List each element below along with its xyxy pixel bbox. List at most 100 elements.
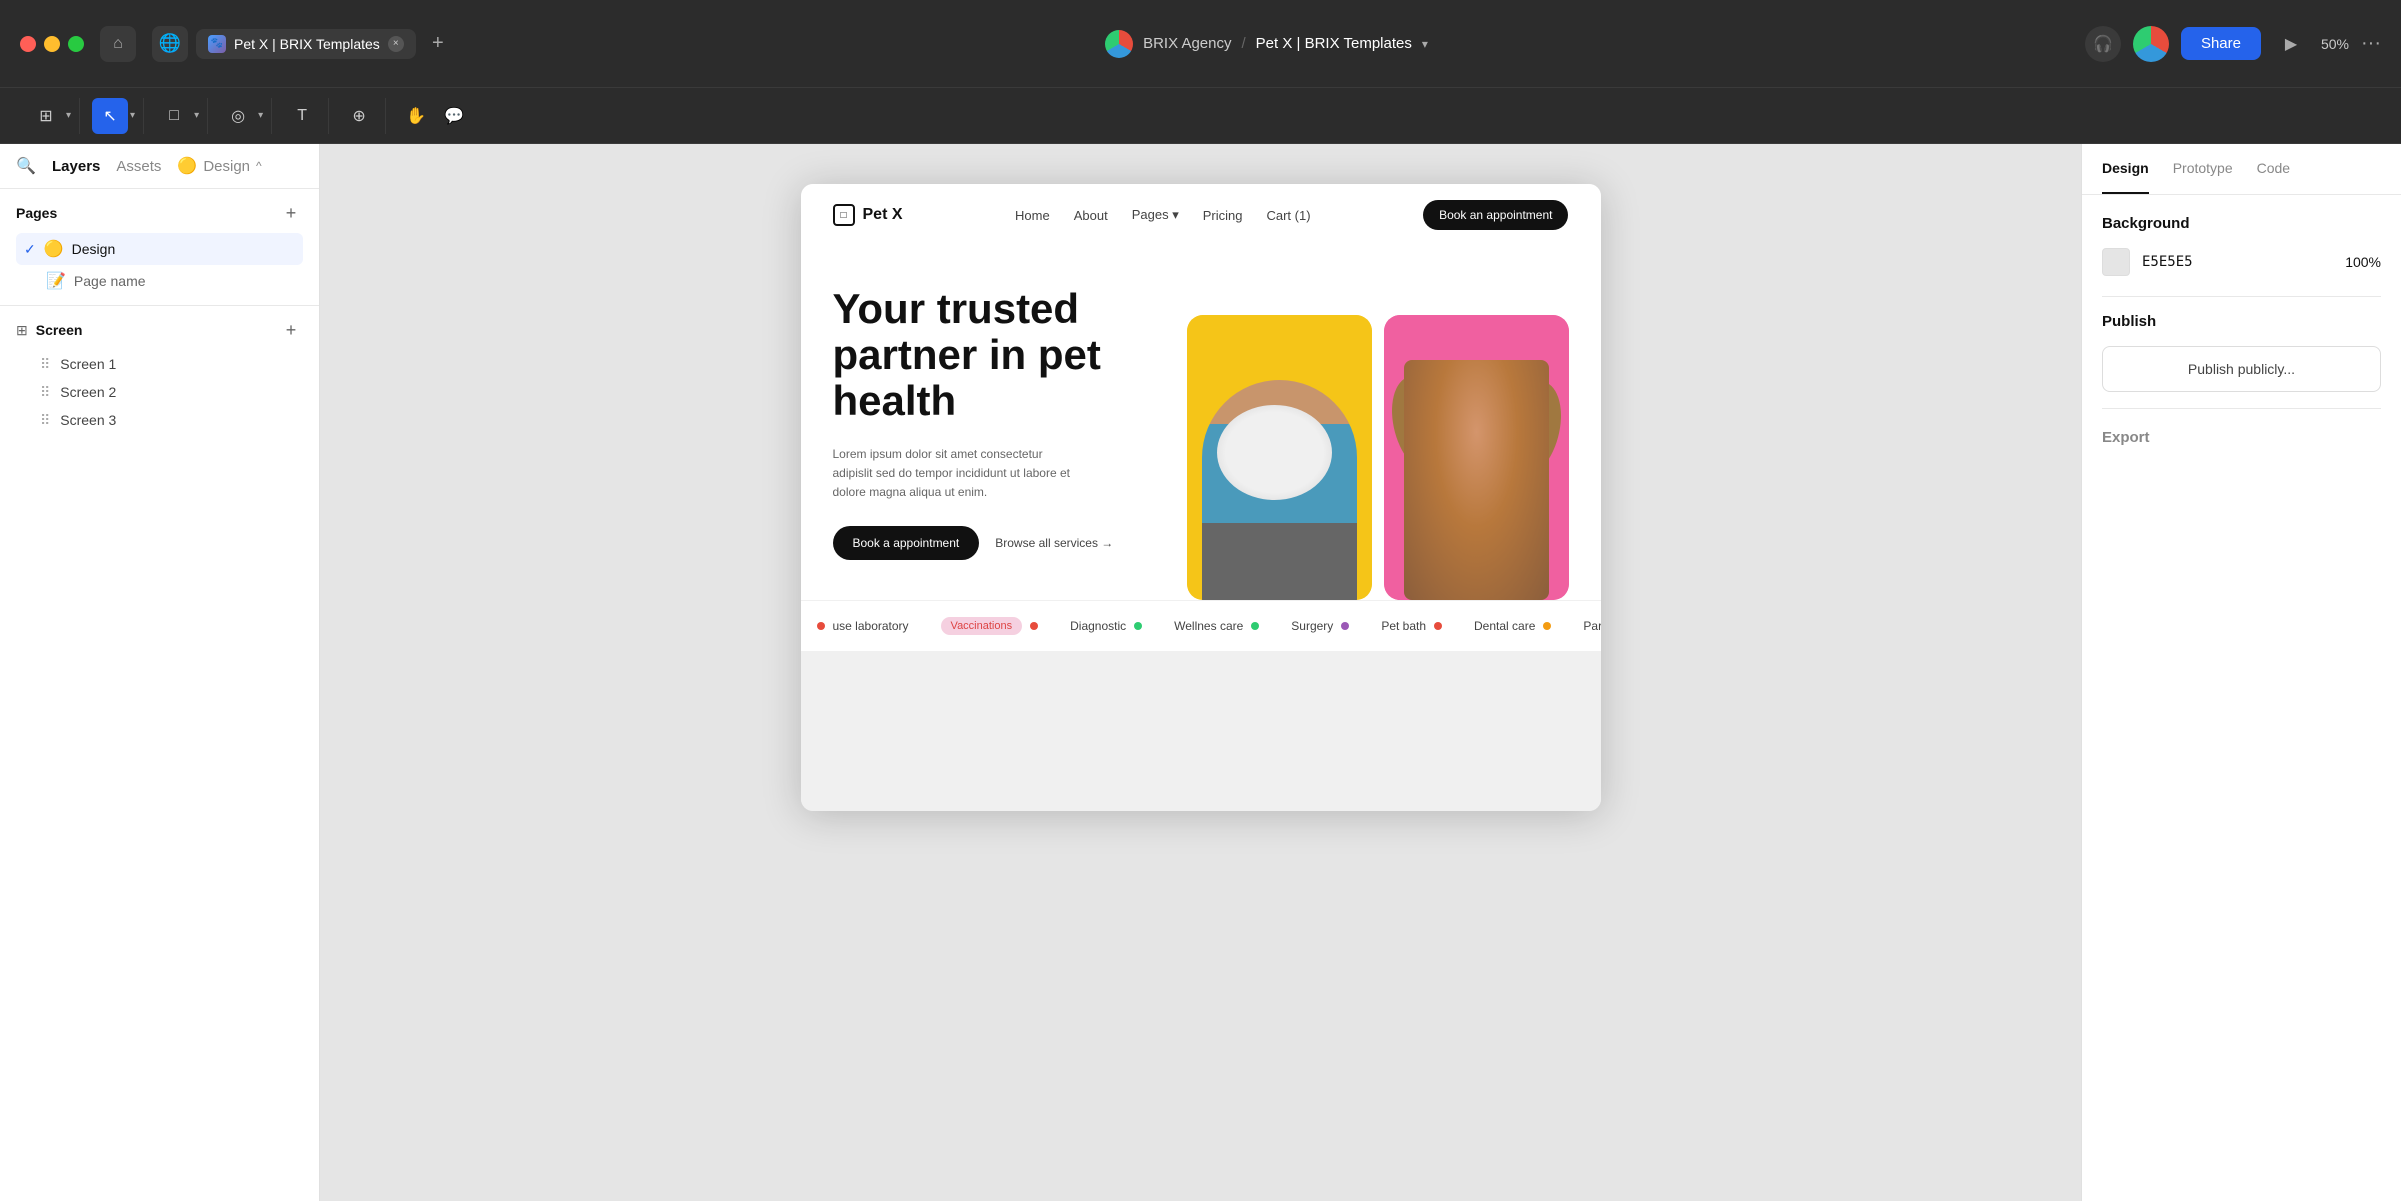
zoom-control[interactable]: 50% xyxy=(2321,36,2349,52)
user-avatar[interactable] xyxy=(2133,26,2169,62)
service-item-vaccinations: Vaccinations xyxy=(925,617,1055,635)
tab-prototype-panel[interactable]: Prototype xyxy=(2173,144,2233,194)
tab-code-panel[interactable]: Code xyxy=(2257,144,2290,194)
title-center: BRIX Agency / Pet X | BRIX Templates ▾ xyxy=(717,30,1816,58)
tab-design[interactable]: 🟡 Design ^ xyxy=(177,156,261,176)
logo-icon: □ xyxy=(833,204,855,226)
book-appointment-hero-button[interactable]: Book a appointment xyxy=(833,526,980,560)
screen-drag-handle-3: ⠿ xyxy=(40,413,50,427)
pages-section-header: Pages + xyxy=(16,201,303,225)
service-item-dentalcare: Dental care xyxy=(1458,619,1567,633)
title-bar: ⌂ 🌐 🐾 Pet X | BRIX Templates × + BRIX Ag… xyxy=(0,0,2401,88)
logo-text: Pet X xyxy=(863,206,903,224)
text-tool[interactable]: T xyxy=(284,98,320,134)
publish-button[interactable]: Publish publicly... xyxy=(2102,346,2381,392)
tool-group-text: T xyxy=(276,98,329,134)
nav-about[interactable]: About xyxy=(1074,208,1108,223)
right-sidebar-tab-bar: Design Prototype Code xyxy=(2082,144,2401,195)
share-button[interactable]: Share xyxy=(2181,27,2261,60)
project-name: Pet X | BRIX Templates xyxy=(1256,35,1412,52)
service-item-petbath: Pet bath xyxy=(1365,619,1458,633)
right-sidebar: Design Prototype Code Background E5E5E5 … xyxy=(2081,144,2401,1201)
screen-title: Screen xyxy=(36,322,271,338)
screen-grid-icon: ⊞ xyxy=(16,322,28,339)
shape-tool[interactable]: ◎ xyxy=(220,98,256,134)
service-dot-dentalcare xyxy=(1543,622,1551,630)
tab-design-panel[interactable]: Design xyxy=(2102,144,2149,194)
service-dot-lab xyxy=(817,622,825,630)
maximize-window-btn[interactable] xyxy=(68,36,84,52)
hero-section: Your trusted partner in pet health Lorem… xyxy=(801,246,1601,600)
hand-tool[interactable]: ✋ xyxy=(398,98,434,134)
tool-group-frame: □ ▾ xyxy=(148,98,208,134)
service-label-lab: use laboratory xyxy=(833,619,909,633)
pages-title: Pages xyxy=(16,205,57,221)
service-label-petbath: Pet bath xyxy=(1381,619,1426,633)
preview-button[interactable]: ▶ xyxy=(2273,26,2309,62)
browse-services-link[interactable]: Browse all services → xyxy=(995,536,1113,550)
design-frame: □ Pet X Home About Pages ▾ Pricing Cart … xyxy=(801,184,1601,811)
page-label-design: Design xyxy=(72,241,116,257)
frame-tool[interactable]: □ xyxy=(156,98,192,134)
book-appointment-nav-button[interactable]: Book an appointment xyxy=(1423,200,1568,230)
background-opacity-value[interactable]: 100% xyxy=(2345,254,2381,270)
canvas-bottom-area xyxy=(801,651,1601,811)
service-dot-surgery xyxy=(1341,622,1349,630)
nav-pricing[interactable]: Pricing xyxy=(1203,208,1243,223)
more-options-button[interactable]: ··· xyxy=(2361,32,2381,55)
tab-close-btn[interactable]: × xyxy=(388,36,404,52)
left-sidebar: 🔍 Layers Assets 🟡 Design ^ Pages + ✓ 🟡 D… xyxy=(0,144,320,1201)
service-dot-wellness xyxy=(1251,622,1259,630)
background-color-value[interactable]: E5E5E5 xyxy=(2142,254,2193,270)
service-item-parasite: Parasite preve... xyxy=(1567,619,1600,633)
divider-1 xyxy=(2102,296,2381,297)
select-tool[interactable]: ↖ xyxy=(92,98,128,134)
service-item-diagnostic: Diagnostic xyxy=(1054,619,1158,633)
screen-item-2[interactable]: ⠿ Screen 2 xyxy=(16,378,303,406)
sidebar-search-icon[interactable]: 🔍 xyxy=(16,156,36,176)
service-dot-vaccinations xyxy=(1030,622,1038,630)
website-logo: □ Pet X xyxy=(833,204,903,226)
tool-group-shape: ◎ ▾ xyxy=(212,98,272,134)
hero-left-content: Your trusted partner in pet health Lorem… xyxy=(833,286,1163,600)
website-navbar: □ Pet X Home About Pages ▾ Pricing Cart … xyxy=(801,184,1601,246)
close-window-btn[interactable] xyxy=(20,36,36,52)
hero-description: Lorem ipsum dolor sit amet consectetur a… xyxy=(833,445,1073,503)
tab-layers[interactable]: Layers xyxy=(52,158,100,175)
globe-icon[interactable]: 🌐 xyxy=(152,26,188,62)
service-label-dentalcare: Dental care xyxy=(1474,619,1535,633)
active-tab[interactable]: 🐾 Pet X | BRIX Templates × xyxy=(196,29,416,59)
sidebar-tab-bar: 🔍 Layers Assets 🟡 Design ^ xyxy=(0,144,319,189)
nav-cart[interactable]: Cart (1) xyxy=(1266,208,1310,223)
project-menu-chevron[interactable]: ▾ xyxy=(1422,37,1428,51)
service-dot-petbath xyxy=(1434,622,1442,630)
add-page-button[interactable]: + xyxy=(279,201,303,225)
minimize-window-btn[interactable] xyxy=(44,36,60,52)
page-item-design[interactable]: ✓ 🟡 Design xyxy=(16,233,303,265)
screen-label-1: Screen 1 xyxy=(60,356,116,372)
screen-label-3: Screen 3 xyxy=(60,412,116,428)
grid-tool[interactable]: ⊞ xyxy=(28,98,64,134)
tool-group-hand: ✋ 💬 xyxy=(390,98,480,134)
background-color-swatch[interactable] xyxy=(2102,248,2130,276)
tab-assets[interactable]: Assets xyxy=(116,158,161,175)
nav-pages[interactable]: Pages ▾ xyxy=(1132,207,1179,223)
service-label-diagnostic: Diagnostic xyxy=(1070,619,1126,633)
tab-favicon: 🐾 xyxy=(208,35,226,53)
add-tab-button[interactable]: + xyxy=(424,30,452,58)
page-item-pagename[interactable]: 📝 Page name xyxy=(16,265,303,297)
nav-home[interactable]: Home xyxy=(1015,208,1050,223)
design-caret: ^ xyxy=(256,159,262,173)
screen-item-1[interactable]: ⠿ Screen 1 xyxy=(16,350,303,378)
canvas-area[interactable]: □ Pet X Home About Pages ▾ Pricing Cart … xyxy=(320,144,2081,1201)
add-screen-button[interactable]: + xyxy=(279,318,303,342)
service-label-wellness: Wellnes care xyxy=(1174,619,1243,633)
service-item-lab: use laboratory xyxy=(801,619,925,633)
comment-tool[interactable]: 💬 xyxy=(436,98,472,134)
components-tool[interactable]: ⊕ xyxy=(341,98,377,134)
service-label-surgery: Surgery xyxy=(1291,619,1333,633)
tool-group-grid: ⊞ ▾ xyxy=(20,98,80,134)
home-button[interactable]: ⌂ xyxy=(100,26,136,62)
headphone-button[interactable]: 🎧 xyxy=(2085,26,2121,62)
screen-item-3[interactable]: ⠿ Screen 3 xyxy=(16,406,303,434)
